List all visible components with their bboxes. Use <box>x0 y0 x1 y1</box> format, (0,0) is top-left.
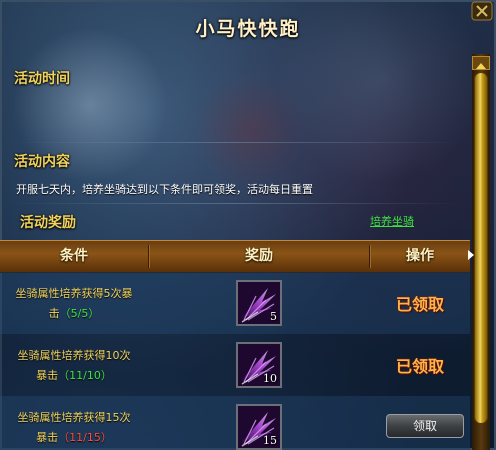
reward-item-slot[interactable]: 5 <box>236 280 282 326</box>
event-content-label: 活动内容 <box>14 154 70 170</box>
progress-text: （11/10） <box>58 369 112 382</box>
table-row: 坐骑属性培养获得10次 暴击（11/10） 10 已领取 <box>0 334 470 396</box>
condition-text: 坐骑属性培养获得15次 暴击（11/15） <box>8 408 140 448</box>
scroll-up-arrow-icon <box>476 63 486 69</box>
progress-text: （11/15） <box>58 431 112 444</box>
condition-line1: 坐骑属性培养获得10次 <box>17 349 131 362</box>
item-count: 15 <box>263 434 277 447</box>
column-header-action: 操作 <box>406 248 434 264</box>
claimed-status: 已领取 <box>396 295 445 314</box>
reward-item-slot[interactable]: 15 <box>236 404 282 450</box>
item-count: 5 <box>270 310 277 323</box>
train-mount-link[interactable]: 培养坐骑 <box>370 213 414 229</box>
event-panel: 小马快快跑 活动时间 活动内容 开服七天内，培养坐骑达到以下条件即可领奖，活动每… <box>0 0 496 450</box>
column-header-reward: 奖励 <box>245 248 273 264</box>
close-button[interactable] <box>470 0 494 22</box>
scrollbar-thumb[interactable] <box>474 72 488 424</box>
table-row: 坐骑属性培养获得5次暴 击（5/5） 5 已领取 <box>0 272 470 334</box>
panel-title: 小马快快跑 <box>195 18 301 40</box>
condition-line2: 暴击 <box>36 431 59 444</box>
condition-line2: 击 <box>48 307 60 320</box>
condition-line1: 坐骑属性培养获得15次 <box>17 411 131 424</box>
divider <box>10 203 460 204</box>
claimed-status: 已领取 <box>396 357 445 376</box>
reward-item-slot[interactable]: 10 <box>236 342 282 388</box>
mouse-cursor-icon <box>468 250 474 260</box>
condition-line2: 暴击 <box>36 369 59 382</box>
progress-text: （5/5） <box>59 307 100 320</box>
condition-text: 坐骑属性培养获得5次暴 击（5/5） <box>8 284 140 324</box>
event-time-label: 活动时间 <box>14 71 70 87</box>
item-count: 10 <box>263 372 277 385</box>
event-reward-label: 活动奖励 <box>20 215 76 231</box>
column-header-condition: 条件 <box>60 248 88 264</box>
condition-line1: 坐骑属性培养获得5次暴 <box>15 287 133 300</box>
condition-text: 坐骑属性培养获得10次 暴击（11/10） <box>8 346 140 386</box>
claim-button[interactable]: 领取 <box>386 414 464 438</box>
scroll-up-button[interactable] <box>472 56 490 70</box>
event-description: 开服七天内，培养坐骑达到以下条件即可领奖，活动每日重置 <box>16 183 313 196</box>
table-header: 条件 奖励 操作 <box>0 240 470 273</box>
close-icon <box>471 1 493 21</box>
divider <box>10 142 460 143</box>
